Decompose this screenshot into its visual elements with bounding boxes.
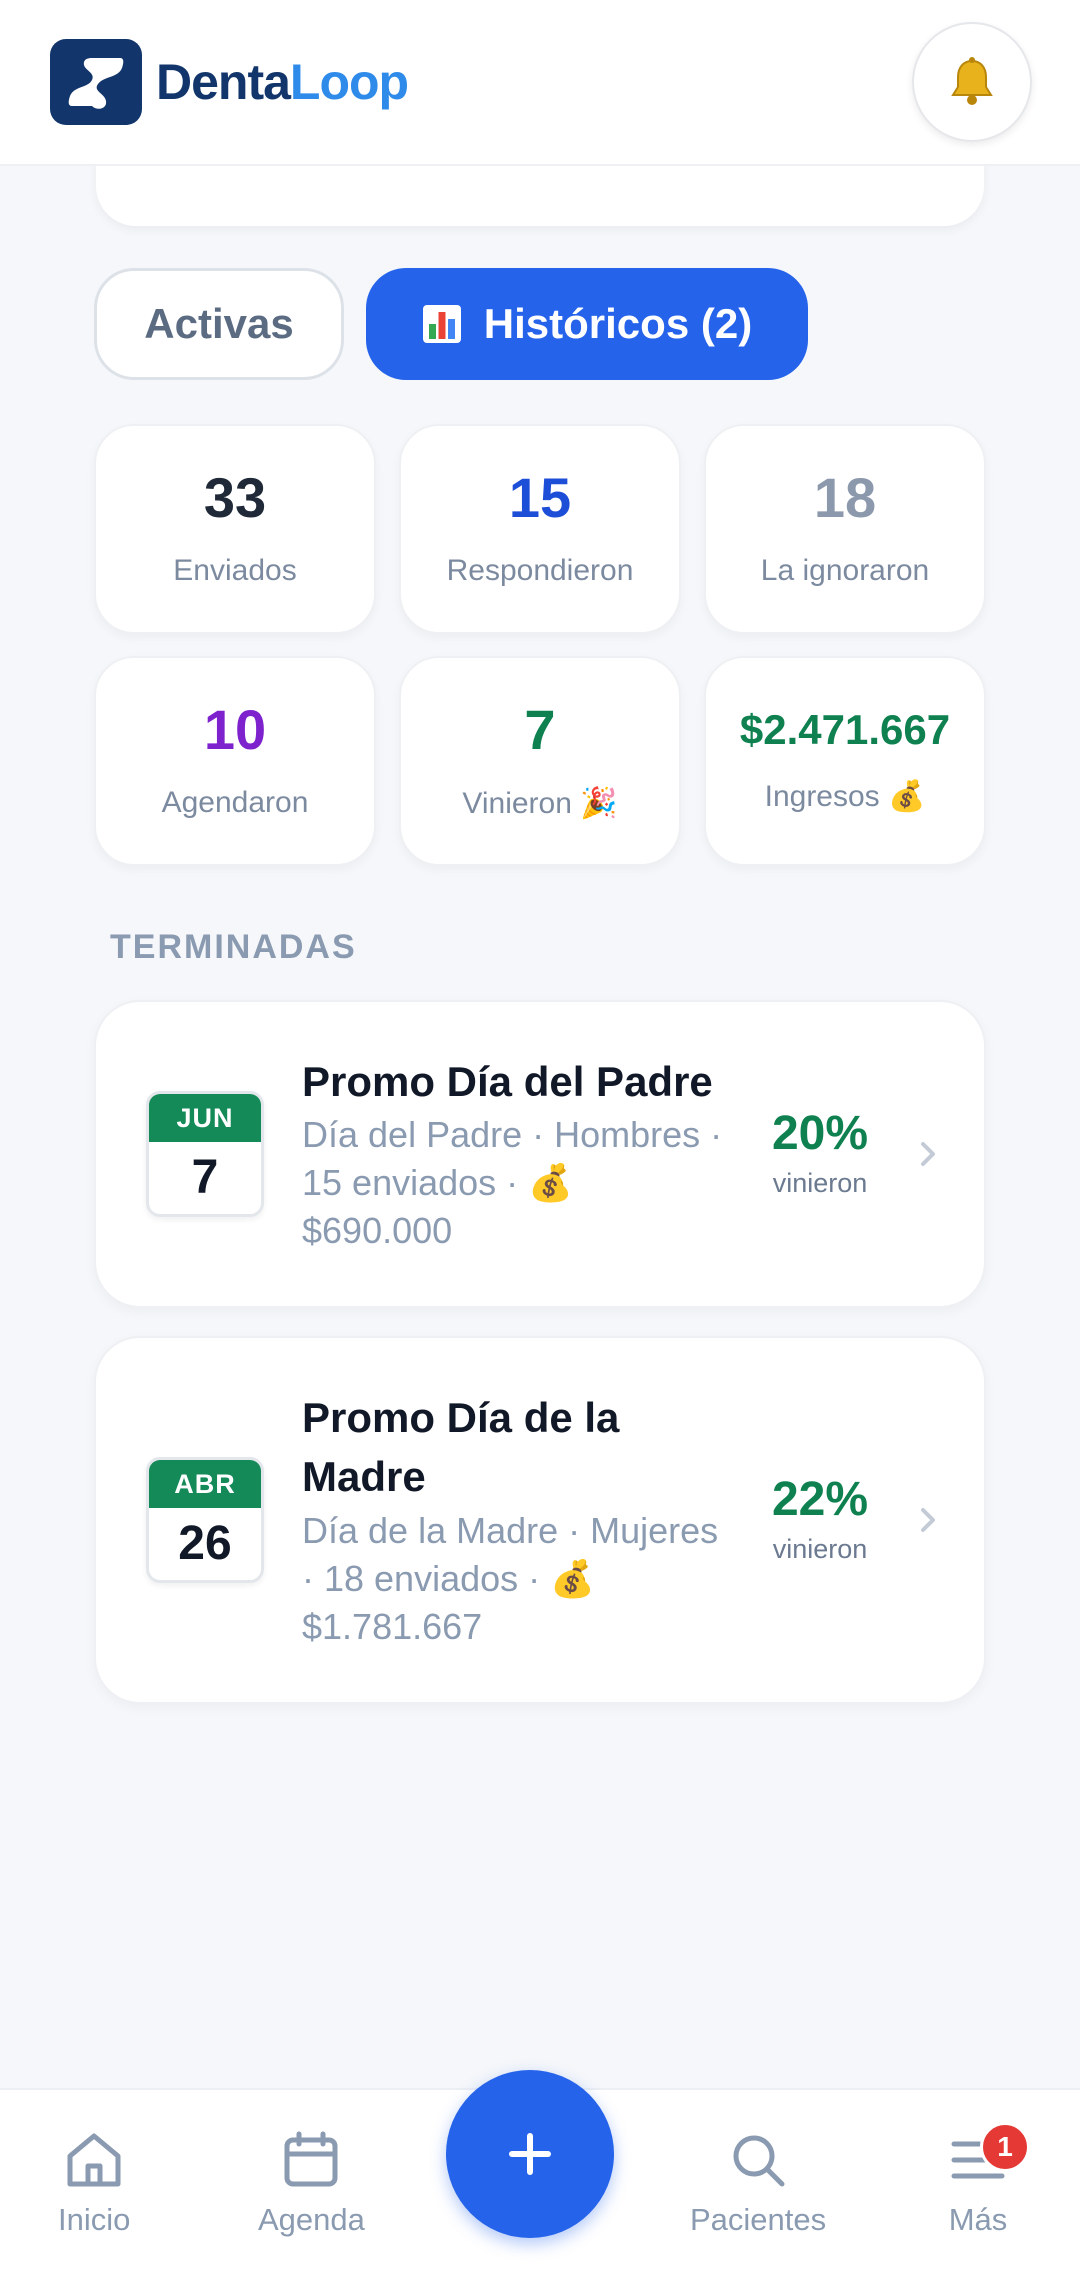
stat-label: Ingresos 💰 — [764, 779, 926, 813]
stats-grid: 33 Enviados 15 Respondieron 18 La ignora… — [94, 424, 986, 866]
stat-value: 33 — [203, 466, 267, 529]
notification-badge: 1 — [980, 2122, 1030, 2172]
calendar-date-badge: ABR 26 — [146, 1457, 264, 1583]
stat-value: $2.471.667 — [739, 705, 951, 753]
attendance-label: vinieron — [772, 1167, 868, 1198]
add-button[interactable] — [446, 2070, 614, 2238]
stat-value: 10 — [203, 698, 267, 761]
calendar-date-badge: JUN 7 — [146, 1091, 264, 1217]
chevron-right-icon — [921, 1508, 935, 1532]
campaign-attendance: 22% vinieron — [750, 1472, 890, 1565]
tab-historicos-label: Históricos (2) — [483, 300, 753, 347]
calendar-icon — [284, 2131, 338, 2187]
nav-inicio-label: Inicio — [58, 2202, 131, 2237]
attendance-percent: 20% — [771, 1106, 869, 1160]
campaign-revenue: $1.781.667 — [302, 1605, 483, 1647]
campaign-tabs: Activas Históricos (2) — [94, 268, 808, 380]
brand-name-part2: Loop — [289, 54, 409, 110]
campaign-title-line2: Madre — [302, 1453, 426, 1500]
search-icon — [733, 2135, 785, 2187]
campaign-meta-line1: Día del Padre · Hombres · — [302, 1114, 723, 1156]
campaign-revenue: $690.000 — [302, 1210, 453, 1252]
stat-value: 15 — [508, 466, 572, 529]
app-header: DentaLoop — [0, 0, 1080, 166]
plus-icon — [509, 2133, 551, 2175]
dentaloop-logo-icon — [50, 39, 142, 125]
stat-label: Vinieron 🎉 — [462, 786, 618, 820]
campaign-meta-line2: · 18 enviados · 💰 — [302, 1557, 595, 1599]
nav-agenda-label: Agenda — [258, 2202, 365, 2237]
calendar-day: 26 — [178, 1517, 232, 1570]
nav-pacientes[interactable]: Pacientes — [690, 2128, 826, 2238]
home-icon — [67, 2133, 121, 2187]
campaign-card[interactable]: JUN 7 Promo Día del Padre Día del Padre … — [94, 1000, 986, 1308]
stat-value: 18 — [813, 466, 877, 529]
stat-enviados: 33 Enviados — [94, 424, 376, 634]
stat-ingresos: $2.471.667 Ingresos 💰 — [704, 656, 986, 866]
stat-label: Agendaron — [161, 786, 309, 819]
campaign-info: Promo Día de la Madre Día de la Madre · … — [302, 1389, 740, 1651]
stat-respondieron: 15 Respondieron — [399, 424, 681, 634]
campaign-meta-line1: Día de la Madre · Mujeres — [302, 1509, 719, 1551]
campaign-meta-line2: 15 enviados · 💰 — [302, 1162, 573, 1204]
tab-historicos[interactable]: Históricos (2) — [366, 268, 808, 380]
notifications-button[interactable] — [912, 22, 1032, 142]
bar-chart-icon — [422, 305, 461, 343]
stat-label: Respondieron — [446, 554, 634, 587]
brand-name-part1: Denta — [156, 54, 291, 110]
stat-ignoraron: 18 La ignoraron — [704, 424, 986, 634]
bell-icon — [951, 57, 993, 105]
campaign-info: Promo Día del Padre Día del Padre · Homb… — [302, 1053, 740, 1256]
brand[interactable]: DentaLoop — [50, 39, 409, 125]
calendar-day: 7 — [191, 1151, 219, 1204]
nav-agenda[interactable]: Agenda — [258, 2128, 365, 2238]
campaign-title-line1: Promo Día de la — [302, 1394, 620, 1442]
stat-label: Enviados — [173, 554, 297, 587]
stat-vinieron: 7 Vinieron 🎉 — [399, 656, 681, 866]
attendance-percent: 22% — [771, 1472, 869, 1526]
nav-mas-label: Más — [948, 2202, 1008, 2237]
stat-agendaron: 10 Agendaron — [94, 656, 376, 866]
stat-value: 7 — [524, 697, 556, 761]
nav-pacientes-label: Pacientes — [690, 2202, 827, 2237]
tab-activas-label: Activas — [144, 300, 294, 347]
campaign-attendance: 20% vinieron — [750, 1106, 890, 1199]
calendar-month: ABR — [149, 1460, 261, 1508]
chevron-right-icon — [921, 1142, 935, 1166]
section-title: TERMINADAS — [110, 928, 357, 966]
attendance-label: vinieron — [772, 1533, 868, 1564]
calendar-month: JUN — [149, 1094, 261, 1142]
nav-inicio[interactable]: Inicio — [58, 2128, 130, 2238]
tab-activas[interactable]: Activas — [94, 268, 344, 380]
stat-label: La ignoraron — [760, 554, 930, 587]
campaign-title: Promo Día del Padre — [302, 1057, 713, 1105]
campaign-card[interactable]: ABR 26 Promo Día de la Madre Día de la M… — [94, 1336, 986, 1704]
